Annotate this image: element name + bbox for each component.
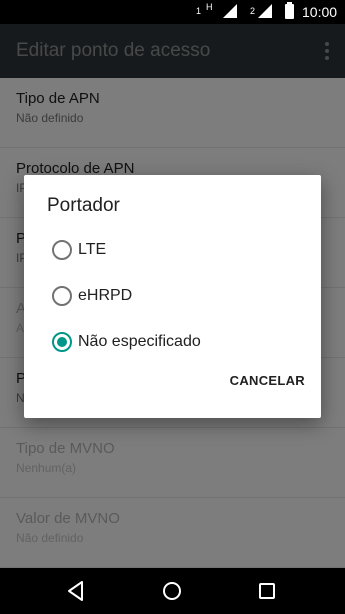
navigation-bar: [0, 568, 345, 614]
radio-label: Não especificado: [78, 333, 201, 350]
dialog-title: Portador: [47, 195, 120, 216]
radio-option-ehrpd[interactable]: eHRPD: [24, 273, 321, 319]
clock: 10:00: [302, 4, 338, 20]
battery-icon: [285, 2, 294, 19]
radio-option-lte[interactable]: LTE: [24, 227, 321, 273]
recents-square-icon[interactable]: [255, 579, 279, 603]
radio-checked-icon[interactable]: [52, 332, 72, 352]
radio-label: LTE: [78, 241, 107, 258]
radio-unchecked-icon[interactable]: [52, 286, 72, 306]
home-circle-icon[interactable]: [160, 579, 184, 603]
signal-icon: [223, 4, 237, 18]
bearer-dialog: Portador LTE eHRPD Não especificado CANC…: [24, 175, 321, 418]
sim2-label: 2: [250, 6, 256, 16]
sim1-network-type: H: [206, 2, 213, 12]
signal-icon: [258, 4, 272, 18]
back-triangle-icon[interactable]: [64, 579, 88, 603]
radio-label: eHRPD: [78, 287, 133, 304]
radio-option-unspecified[interactable]: Não especificado: [24, 319, 321, 365]
cancel-button[interactable]: CANCELAR: [230, 373, 305, 388]
sim1-label: 1: [196, 6, 202, 16]
radio-unchecked-icon[interactable]: [52, 240, 72, 260]
status-bar: 1 H 2 10:00: [0, 0, 345, 24]
